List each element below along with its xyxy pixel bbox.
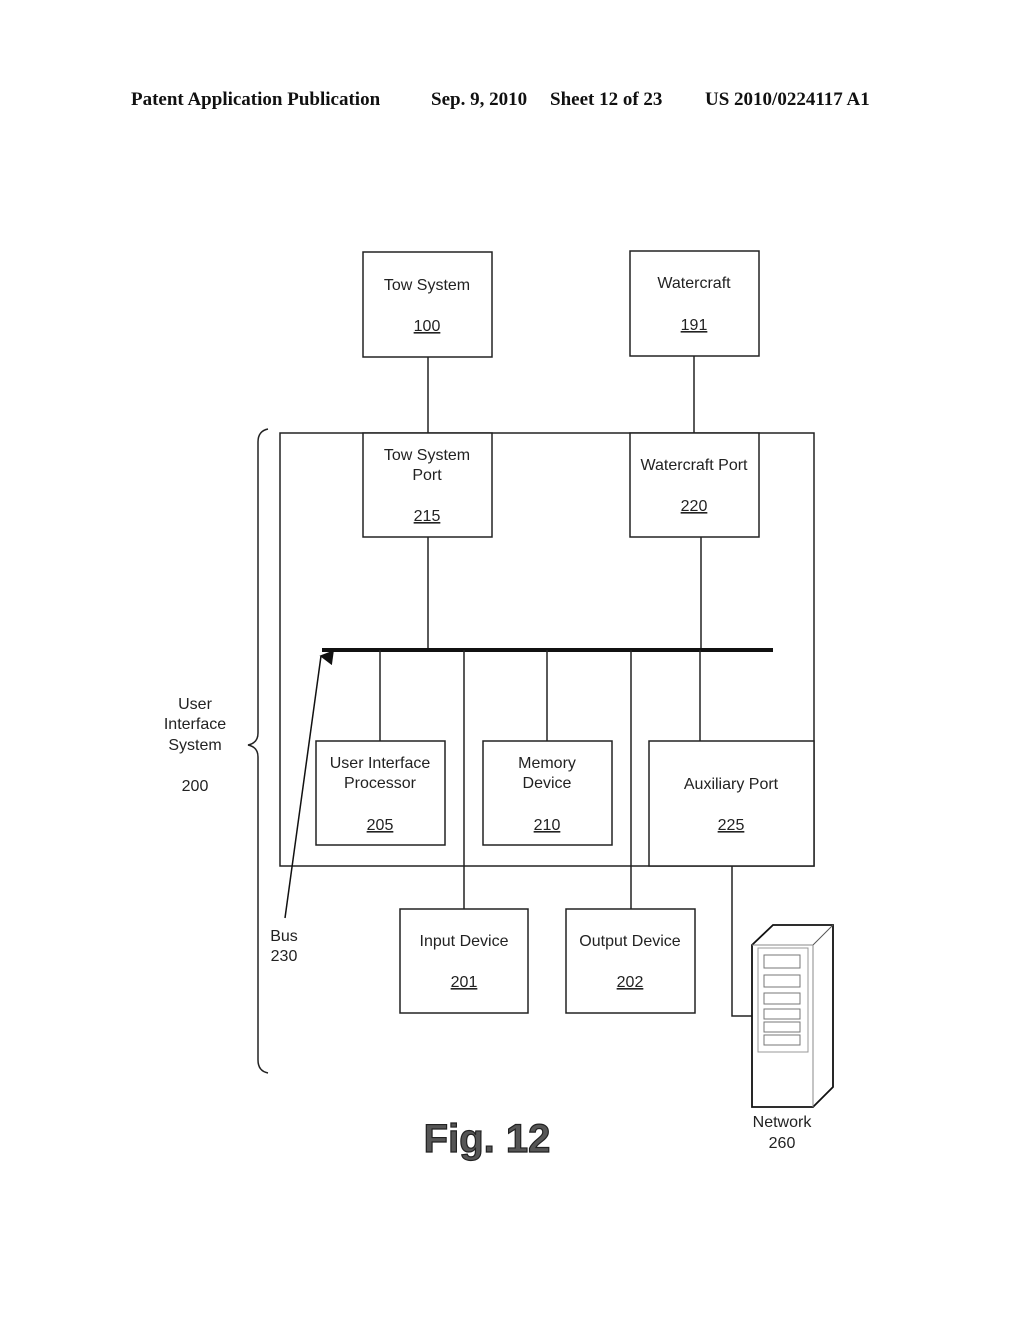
block-ref: 100	[414, 318, 441, 335]
system-label-line: Interface	[164, 716, 226, 733]
system-ref: 200	[182, 778, 209, 795]
block-label: Watercraft Port	[641, 457, 749, 474]
block-watercraft-port: Watercraft Port 220	[629, 432, 760, 538]
block-input-device: Input Device 201	[399, 908, 529, 1014]
block-auxiliary-port: Auxiliary Port 225	[648, 740, 815, 867]
block-ui-processor: User Interface Processor 205	[315, 740, 446, 846]
block-diagram: Tow System 100 Watercraft 191 Tow System…	[164, 250, 834, 1162]
network-connector	[731, 866, 752, 1017]
system-bracket	[247, 428, 269, 1074]
server-tower-icon	[751, 924, 834, 1108]
block-memory-device: Memory Device 210	[482, 740, 613, 846]
block-label: Input Device	[420, 933, 509, 950]
network-ref: 260	[769, 1135, 796, 1152]
block-label: Watercraft	[657, 275, 731, 292]
network-label: Network	[753, 1114, 813, 1131]
block-label: Memory	[518, 755, 576, 772]
block-label: Port	[412, 467, 442, 484]
block-label: Processor	[344, 775, 417, 792]
block-ref: 201	[451, 974, 478, 991]
block-label: Device	[523, 775, 572, 792]
block-ref: 205	[367, 817, 394, 834]
bus-label: Bus	[270, 928, 298, 945]
block-ref: 215	[414, 508, 441, 525]
block-ref: 210	[534, 817, 561, 834]
block-ref: 225	[718, 817, 745, 834]
bus-ref: 230	[271, 948, 298, 965]
block-ref: 191	[681, 317, 708, 334]
block-tow-system-port: Tow System Port 215	[362, 432, 493, 538]
block-label: Tow System	[384, 277, 470, 294]
block-label: Auxiliary Port	[684, 776, 779, 793]
block-label: User Interface	[330, 755, 431, 772]
block-label: Output Device	[579, 933, 680, 950]
system-label-line: User	[178, 696, 212, 713]
block-tow-system: Tow System 100	[362, 251, 493, 358]
system-label: User Interface System 200	[164, 696, 226, 795]
system-label-line: System	[168, 737, 221, 754]
figure-label: Fig. 12	[424, 1117, 551, 1161]
block-watercraft: Watercraft 191	[629, 250, 760, 357]
block-label: Tow System	[384, 447, 470, 464]
block-output-device: Output Device 202	[565, 908, 696, 1014]
block-ref: 220	[681, 498, 708, 515]
block-ref: 202	[617, 974, 644, 991]
